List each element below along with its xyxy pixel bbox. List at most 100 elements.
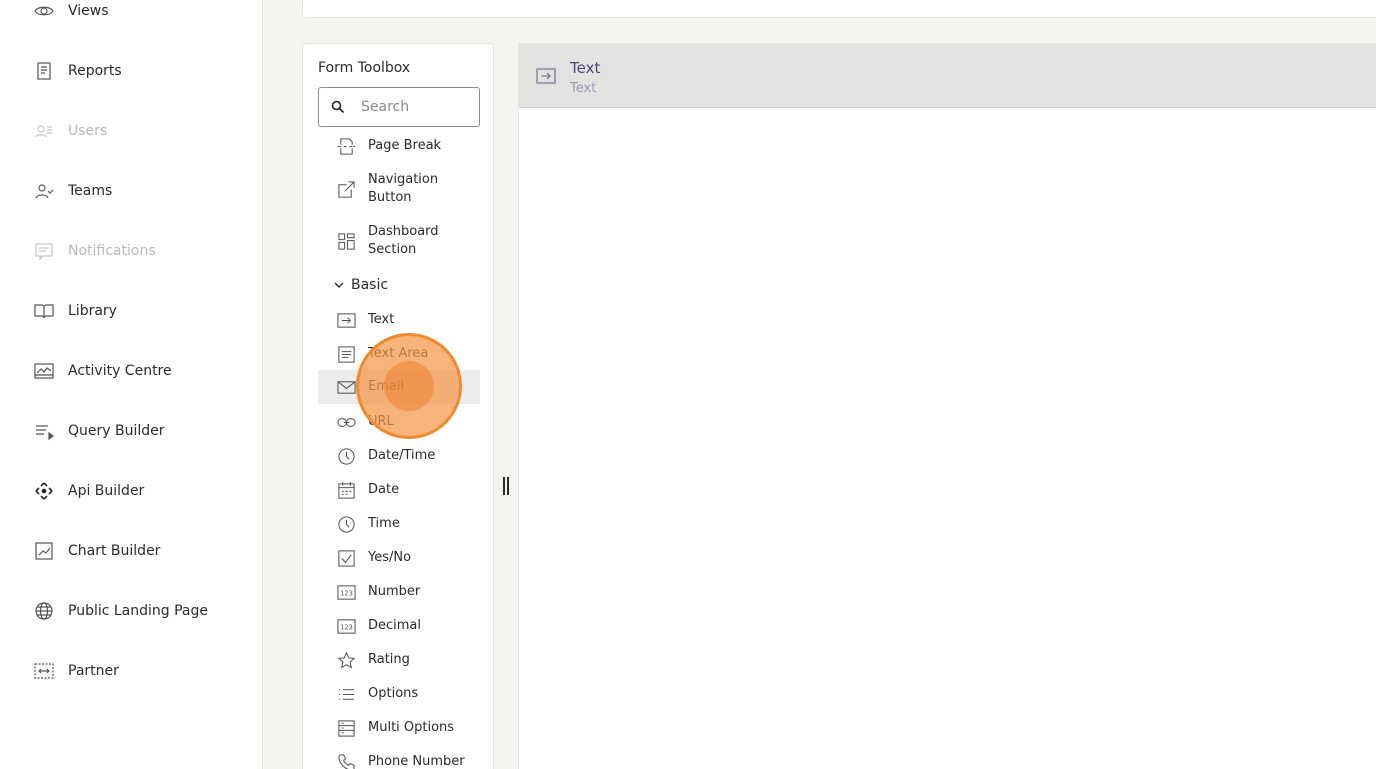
panel-resize-handle[interactable] xyxy=(503,477,509,495)
tool-item-rating[interactable]: Rating xyxy=(318,648,480,672)
eye-icon xyxy=(34,1,54,21)
tool-item-phone-number[interactable]: Phone Number xyxy=(318,750,480,769)
tool-item-label: Multi Options xyxy=(368,720,455,735)
text-input-icon xyxy=(536,66,556,86)
sidebar-item-chart-builder[interactable]: Chart Builder xyxy=(34,539,160,563)
tool-item-label: Text Area xyxy=(368,346,429,361)
tool-item-date-time[interactable]: Date/Time xyxy=(318,444,480,468)
tool-item-label: Page Break xyxy=(368,138,442,153)
tool-item-text-area[interactable]: Text Area xyxy=(318,342,480,366)
sidebar-item-public-landing-page[interactable]: Public Landing Page xyxy=(34,599,208,623)
sidebar-item-label: Library xyxy=(68,303,117,319)
sidebar-item-api-builder[interactable]: Api Builder xyxy=(34,479,144,503)
sidebar-item-label: Public Landing Page xyxy=(68,603,209,619)
tool-item-page-break[interactable]: Page Break xyxy=(318,134,480,158)
partner-icon xyxy=(34,661,54,681)
sidebar-item-views[interactable]: Views xyxy=(34,0,109,23)
star-icon xyxy=(336,650,356,670)
tool-item-label: Number xyxy=(368,584,421,599)
group-label: Basic xyxy=(351,277,389,293)
dashboard-icon xyxy=(336,231,356,251)
report-icon xyxy=(34,61,54,81)
api-icon xyxy=(34,481,54,501)
toolbox-search xyxy=(318,87,480,127)
tool-item-label: Yes/No xyxy=(368,550,412,565)
tool-item-decimal[interactable]: 123 Decimal xyxy=(318,614,480,638)
activity-icon xyxy=(34,361,54,381)
teams-icon xyxy=(34,181,54,201)
globe-icon xyxy=(34,601,54,621)
sidebar-item-reports[interactable]: Reports xyxy=(34,59,122,83)
tool-item-label: Date/Time xyxy=(368,448,436,463)
sidebar-item-label: Notifications xyxy=(68,243,156,259)
sidebar-item-label: Teams xyxy=(68,183,113,199)
sidebar-item-label: Views xyxy=(68,3,109,19)
tool-item-dashboard-section[interactable]: Dashboard Section xyxy=(318,222,480,260)
tool-item-email[interactable]: Email xyxy=(318,370,480,404)
svg-text:123: 123 xyxy=(340,623,353,631)
tool-item-label: Date xyxy=(368,482,400,497)
group-basic-toggle[interactable]: Basic xyxy=(318,273,480,297)
page-break-icon xyxy=(336,136,356,156)
sidebar-item-teams[interactable]: Teams xyxy=(34,179,112,203)
sidebar-item-notifications[interactable]: Notifications xyxy=(34,239,156,263)
list-icon xyxy=(336,684,356,704)
sidebar: Views Reports Users Teams Notifications … xyxy=(0,0,263,769)
tool-item-date[interactable]: Date xyxy=(318,478,480,502)
sidebar-item-label: Users xyxy=(68,123,108,139)
field-title: Text xyxy=(570,59,601,77)
tool-item-url[interactable]: URL xyxy=(318,410,480,434)
phone-icon xyxy=(336,752,356,769)
tool-item-navigation-button[interactable]: Navigation Button xyxy=(318,170,480,208)
envelope-icon xyxy=(336,377,356,397)
sidebar-item-activity-centre[interactable]: Activity Centre xyxy=(34,359,172,383)
tool-item-time[interactable]: Time xyxy=(318,512,480,536)
tool-item-label: Time xyxy=(368,516,400,531)
top-panel xyxy=(302,0,1376,18)
sidebar-item-label: Reports xyxy=(68,63,122,79)
sidebar-item-label: Api Builder xyxy=(68,483,145,499)
tool-item-text[interactable]: Text xyxy=(318,308,480,332)
text-area-icon xyxy=(336,344,356,364)
navigation-icon xyxy=(336,179,356,199)
tool-item-label: Navigation Button xyxy=(368,172,439,205)
sidebar-item-query-builder[interactable]: Query Builder xyxy=(34,419,165,443)
tool-item-label: Phone Number xyxy=(368,754,465,769)
tool-item-label: Email xyxy=(368,379,405,394)
toolbox-title: Form Toolbox xyxy=(318,60,411,76)
tool-item-label: Text xyxy=(368,312,395,327)
link-icon xyxy=(336,412,356,432)
tool-item-options[interactable]: Options xyxy=(318,682,480,706)
sidebar-item-label: Query Builder xyxy=(68,423,165,439)
text-input-icon xyxy=(336,310,356,330)
clock-icon xyxy=(336,514,356,534)
field-type: Text xyxy=(570,81,597,96)
chart-icon xyxy=(34,541,54,561)
search-icon xyxy=(331,100,345,114)
number-icon: 123 xyxy=(336,582,356,602)
tool-item-label: Rating xyxy=(368,652,410,667)
query-icon xyxy=(34,421,54,441)
message-icon xyxy=(34,241,54,261)
tool-item-label: Options xyxy=(368,686,419,701)
sidebar-item-label: Chart Builder xyxy=(68,543,161,559)
calendar-icon xyxy=(336,480,356,500)
multi-options-icon xyxy=(336,718,356,738)
tool-item-multi-options[interactable]: Multi Options xyxy=(318,716,480,740)
decimal-icon: 123 xyxy=(336,616,356,636)
form-field-text[interactable]: Text Text xyxy=(519,44,1376,108)
tool-item-number[interactable]: 123 Number xyxy=(318,580,480,604)
search-input[interactable] xyxy=(361,99,471,115)
tool-item-label: Decimal xyxy=(368,618,422,633)
sidebar-item-library[interactable]: Library xyxy=(34,299,117,323)
tool-item-label: URL xyxy=(368,414,394,429)
form-toolbox: Form Toolbox Page Break Navigation Butto… xyxy=(302,43,494,769)
sidebar-item-label: Partner xyxy=(68,663,119,679)
sidebar-item-users[interactable]: Users xyxy=(34,119,107,143)
sidebar-item-partner[interactable]: Partner xyxy=(34,659,119,683)
tool-item-yes-no[interactable]: Yes/No xyxy=(318,546,480,570)
svg-text:123: 123 xyxy=(340,589,353,597)
form-canvas: Text Text xyxy=(518,43,1376,769)
users-icon xyxy=(34,121,54,141)
sidebar-item-label: Activity Centre xyxy=(68,363,172,379)
